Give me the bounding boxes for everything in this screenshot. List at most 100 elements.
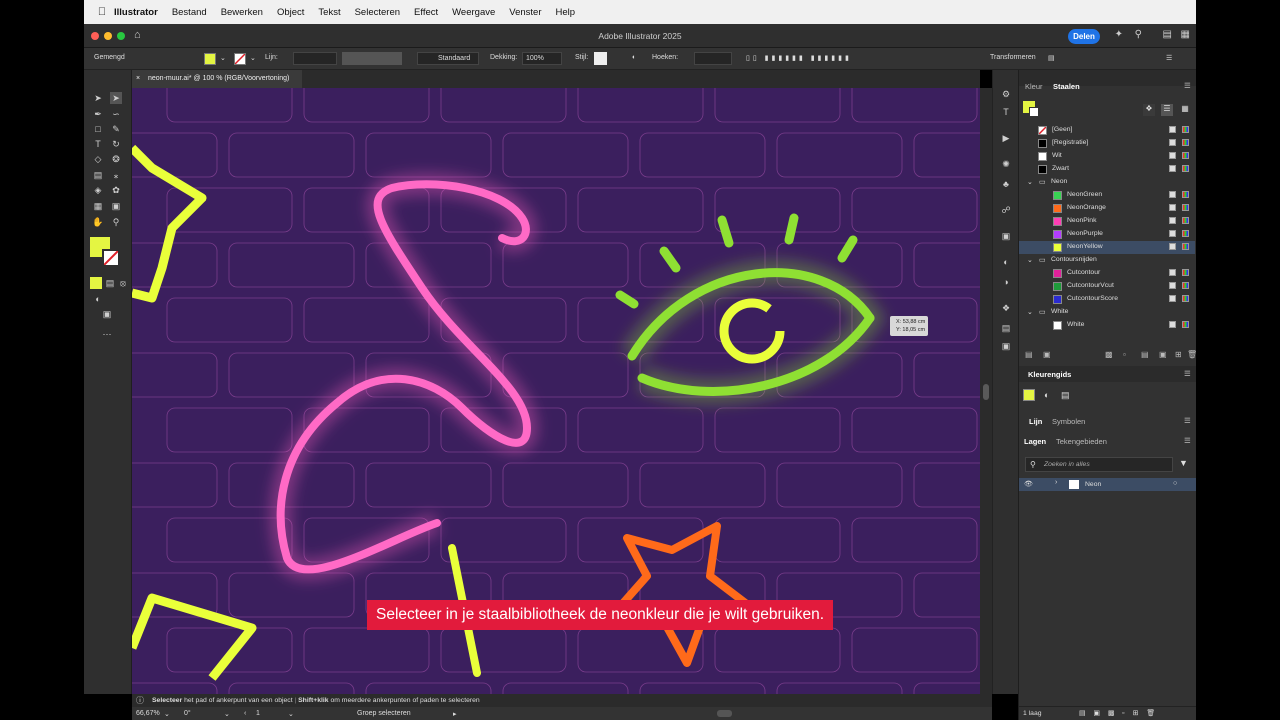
status-mode[interactable]: Groep selecteren xyxy=(357,710,411,717)
transparency-icon[interactable]: ◑ xyxy=(1000,276,1012,288)
swatch-row[interactable]: Wit xyxy=(1019,150,1195,163)
menu-weergave[interactable]: Weergave xyxy=(452,7,495,18)
rotation-value[interactable]: 0° xyxy=(184,710,191,717)
gradient-mode-icon[interactable]: ▤ xyxy=(104,277,116,289)
links-icon[interactable]: ☍ xyxy=(1000,204,1012,216)
neon-star-orange[interactable] xyxy=(613,522,756,667)
image-trace-icon[interactable]: ▣ xyxy=(1000,230,1012,242)
list-view-icon[interactable]: ☰ xyxy=(1161,104,1173,116)
isolate-icon[interactable]: ▤ xyxy=(1048,54,1055,62)
status-arrow-icon[interactable]: ▸ xyxy=(453,710,457,718)
delete-swatch-icon[interactable]: 🗑 xyxy=(1187,350,1197,359)
color-guide-menu-icon[interactable]: ☰ xyxy=(1184,369,1191,378)
menu-tekst[interactable]: Tekst xyxy=(318,7,340,18)
layers-panel-menu-icon[interactable]: ☰ xyxy=(1184,436,1191,445)
swatch-group-row[interactable]: ⌄ ▭ White xyxy=(1019,306,1195,319)
search-icon[interactable]: ⚲ xyxy=(1135,29,1142,40)
zoom-tool-icon[interactable]: ⚲ xyxy=(110,216,122,228)
zoom-dropdown-icon[interactable]: ⌄ xyxy=(164,710,170,718)
rotate-tool-icon[interactable]: ↻ xyxy=(110,138,122,150)
artboard-tool-icon[interactable]: ▦ xyxy=(92,200,104,212)
corners-input[interactable] xyxy=(694,52,732,65)
tab-tekengebieden[interactable]: Tekengebieden xyxy=(1056,437,1107,446)
filter-icon[interactable]: ▼ xyxy=(1179,458,1188,468)
hand-tool-icon[interactable]: ✋ xyxy=(92,216,104,228)
stroke-panel-menu-icon[interactable]: ☰ xyxy=(1184,416,1191,425)
artboard-prev-icon[interactable]: ‹ xyxy=(244,710,246,717)
menu-effect[interactable]: Effect xyxy=(414,7,438,18)
color-group-icon[interactable]: ▫ xyxy=(1123,350,1126,359)
new-group-icon[interactable]: ▤ xyxy=(1141,350,1149,359)
direct-selection-tool-icon[interactable]: ➤ xyxy=(110,92,122,104)
layer-row-neon[interactable]: 👁 › Neon ○ xyxy=(1019,478,1196,491)
workspace-switcher-icon[interactable]: ▦ xyxy=(1181,29,1190,40)
show-options-icon[interactable]: ▩ xyxy=(1105,350,1113,359)
warp-tool-icon[interactable]: ❂ xyxy=(110,153,122,165)
place-swatch-icon[interactable]: ▣ xyxy=(1043,350,1051,359)
help-icon[interactable]: ⓘ xyxy=(136,694,144,707)
swatch-row[interactable]: Zwart xyxy=(1019,163,1195,176)
artboard-next-icon[interactable]: ⌄ xyxy=(288,710,294,718)
swatch-row[interactable]: White xyxy=(1019,319,1195,332)
close-tab-icon[interactable]: × xyxy=(136,70,140,88)
fill-swatch[interactable] xyxy=(204,53,216,65)
more-tools-icon[interactable]: ⋯ xyxy=(101,328,113,340)
eraser-tool-icon[interactable]: ◇ xyxy=(92,153,104,165)
align-icon[interactable]: ▤ xyxy=(1000,322,1012,334)
expand-layer-icon[interactable]: › xyxy=(1055,479,1057,486)
new-swatch-icon[interactable]: ⊞ xyxy=(1175,350,1182,359)
transform-link[interactable]: Transformeren xyxy=(990,54,1036,61)
menu-selecteren[interactable]: Selecteren xyxy=(355,7,400,18)
expand-group-icon[interactable]: ⌄ xyxy=(1027,256,1033,264)
swatch-libraries-icon[interactable]: ▤ xyxy=(1025,350,1033,359)
gradient-tool-icon[interactable]: ▤ xyxy=(92,169,104,181)
stroke-color-box[interactable] xyxy=(102,249,120,267)
layer-target-icon[interactable]: ○ xyxy=(1173,480,1177,487)
artboard-canvas[interactable]: X: 53,88 cm Y: 18,05 cm Selecteer in je … xyxy=(132,88,980,694)
selection-tool-icon[interactable]: ➤ xyxy=(92,92,104,104)
stroke-dropdown-icon[interactable]: ⌄ xyxy=(250,54,256,62)
symbol-sprayer-icon[interactable]: ✿ xyxy=(110,184,122,196)
visibility-eye-icon[interactable]: 👁 xyxy=(1024,480,1033,488)
horizontal-scroll-thumb[interactable] xyxy=(717,710,732,717)
transform-icon[interactable]: ❖ xyxy=(1000,302,1012,314)
blend-tool-icon[interactable]: ◈ xyxy=(92,184,104,196)
none-mode-icon[interactable]: ⦻ xyxy=(117,277,129,289)
swatch-row[interactable]: [Geen] xyxy=(1019,124,1195,137)
opacity-input[interactable]: 100% xyxy=(522,52,562,65)
panel-menu-icon[interactable]: ☰ xyxy=(1184,81,1191,90)
tab-symbolen[interactable]: Symbolen xyxy=(1052,417,1085,426)
menu-bewerken[interactable]: Bewerken xyxy=(221,7,263,18)
actions-icon[interactable]: ▶ xyxy=(1000,132,1012,144)
brush-tool-icon[interactable]: ✎ xyxy=(110,123,122,135)
paragraph-icon[interactable]: T xyxy=(1000,106,1012,118)
tab-stalen[interactable]: Staalen xyxy=(1053,82,1080,91)
swatch-options-icon[interactable]: ▣ xyxy=(1159,350,1167,359)
swatch-row[interactable]: [Registratie] xyxy=(1019,137,1195,150)
panel-stroke-swatch[interactable] xyxy=(1029,107,1039,117)
expand-group-icon[interactable]: ⌄ xyxy=(1027,178,1033,186)
align-icons[interactable]: ▯▯ ▮▮▮▮▮▮ ▮▮▮▮▮▮ xyxy=(746,54,852,62)
recolor-artwork-icon[interactable]: ▤ xyxy=(1061,390,1070,401)
swatch-group-row[interactable]: ⌄ ▭ Contoursnijden xyxy=(1019,254,1195,267)
fill-dropdown-icon[interactable]: ⌄ xyxy=(220,54,226,62)
recolor-icon[interactable]: ◐ xyxy=(632,54,636,61)
swatch-row[interactable]: NeonYellow xyxy=(1019,241,1195,254)
swatch-row[interactable]: NeonPink xyxy=(1019,215,1195,228)
brush-profile-select[interactable]: Standaard xyxy=(417,52,479,65)
neon-star-yellow-bottom[interactable] xyxy=(132,593,257,681)
tab-lagen[interactable]: Lagen xyxy=(1024,437,1046,446)
rectangle-tool-icon[interactable]: □ xyxy=(92,123,104,135)
appearance-icon[interactable]: ◐ xyxy=(1000,256,1012,268)
vertical-scrollbar[interactable] xyxy=(980,88,992,694)
zoom-level[interactable]: 66,67% xyxy=(136,710,160,717)
stroke-weight-input[interactable] xyxy=(293,52,337,65)
expand-group-icon[interactable]: ⌄ xyxy=(1027,308,1033,316)
swatch-row[interactable]: NeonGreen xyxy=(1019,189,1195,202)
variable-width-profile[interactable] xyxy=(342,52,402,65)
layer-name[interactable]: Neon xyxy=(1085,481,1101,488)
menu-help[interactable]: Help xyxy=(556,7,576,18)
symbols-icon[interactable]: ♣ xyxy=(1000,178,1012,190)
swatch-row[interactable]: CutcontourScore xyxy=(1019,293,1195,306)
document-tab[interactable]: × neon-muur.ai* @ 100 % (RGB/Voorvertoni… xyxy=(132,70,302,88)
